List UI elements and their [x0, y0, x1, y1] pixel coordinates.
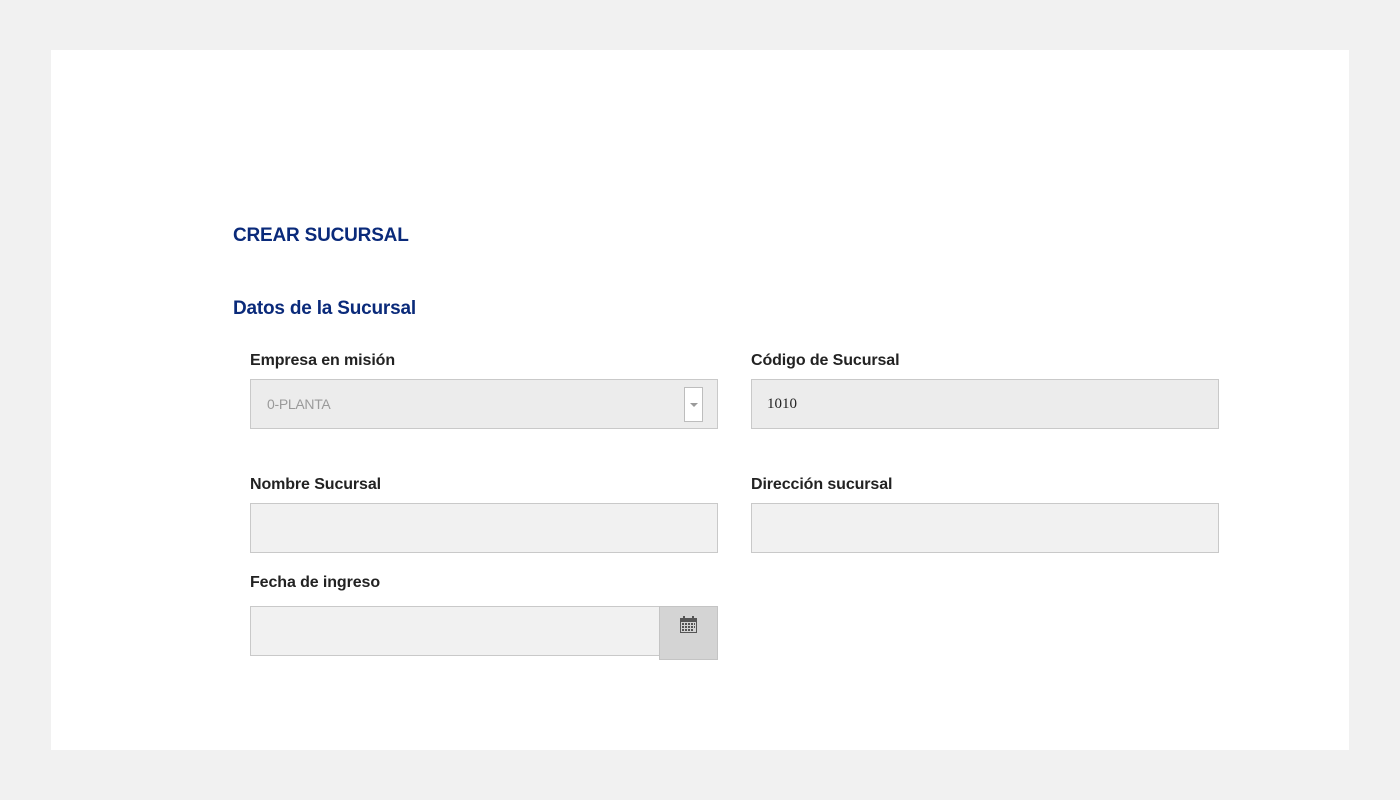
form-card: CREAR SUCURSAL Datos de la Sucursal Empr…: [51, 50, 1349, 750]
empresa-label: Empresa en misión: [250, 352, 396, 369]
fecha-label: Fecha de ingreso: [250, 574, 380, 591]
nombre-label: Nombre Sucursal: [250, 476, 381, 493]
codigo-field[interactable]: 1010: [751, 379, 1219, 429]
nombre-field[interactable]: [250, 503, 718, 553]
codigo-label: Código de Sucursal: [751, 352, 900, 369]
fecha-field[interactable]: [250, 606, 660, 656]
direccion-field[interactable]: [751, 503, 1219, 553]
date-picker-button[interactable]: [659, 606, 718, 660]
page-title: CREAR SUCURSAL: [233, 225, 409, 246]
empresa-select-value: 0-PLANTA: [267, 396, 331, 412]
section-title: Datos de la Sucursal: [233, 298, 416, 319]
codigo-field-value: 1010: [767, 396, 797, 412]
empresa-select[interactable]: 0-PLANTA: [250, 379, 718, 429]
chevron-down-icon[interactable]: [684, 387, 703, 422]
calendar-icon: [680, 616, 697, 633]
direccion-label: Dirección sucursal: [751, 476, 893, 493]
